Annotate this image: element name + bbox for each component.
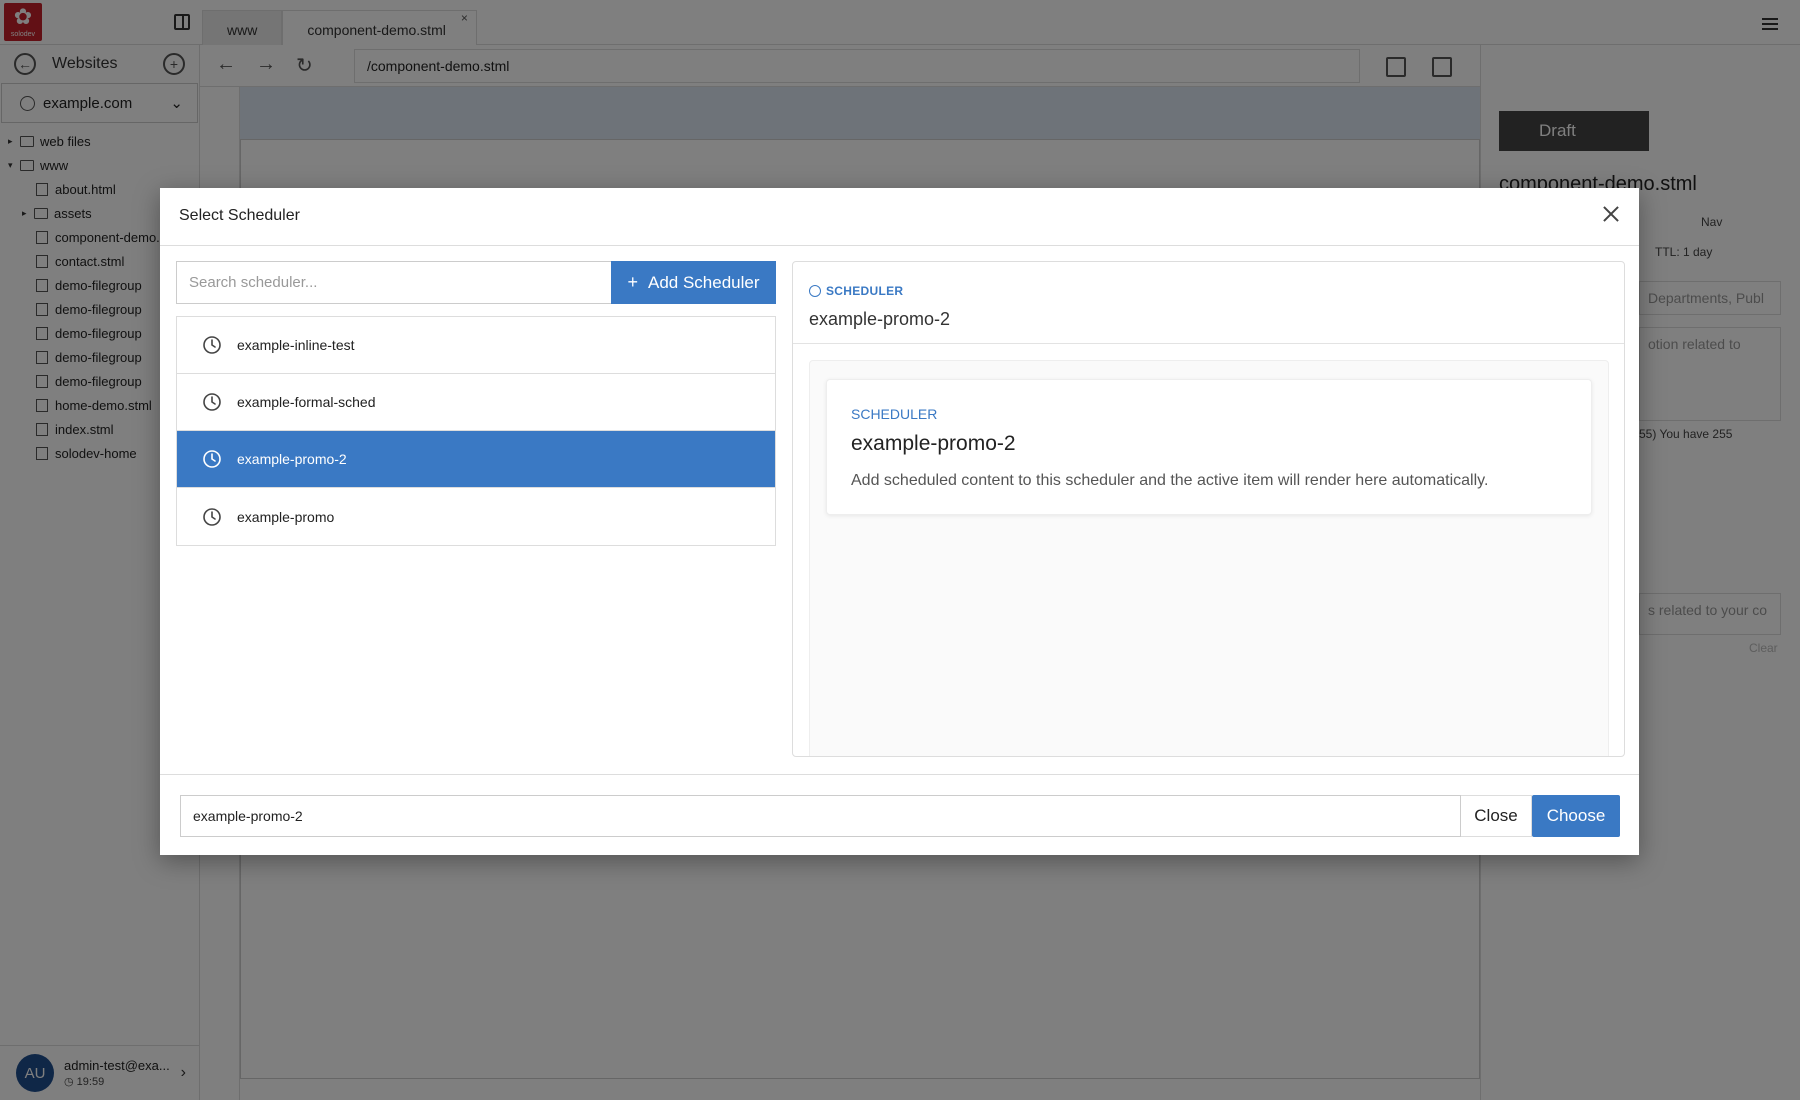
scheduler-name: example-promo [237, 508, 335, 525]
preview-frame: SCHEDULER example-promo-2 Add scheduled … [809, 360, 1609, 756]
preview-header: SCHEDULER example-promo-2 [793, 262, 1624, 344]
scheduler-list-item[interactable]: example-formal-sched [177, 374, 775, 431]
add-scheduler-button[interactable]: + Add Scheduler [611, 261, 776, 304]
scheduler-name: example-promo-2 [237, 451, 347, 467]
selected-scheduler-field[interactable]: example-promo-2 [180, 795, 1461, 837]
search-row: + Add Scheduler [176, 261, 776, 304]
clock-icon [203, 393, 221, 411]
preview-tag: SCHEDULER [809, 284, 903, 298]
choose-button[interactable]: Choose [1532, 795, 1620, 837]
scheduler-list-item[interactable]: example-promo [177, 488, 775, 545]
close-button[interactable]: Close [1461, 795, 1532, 837]
plus-icon: + [627, 272, 638, 292]
modal-header: Select Scheduler [160, 188, 1639, 246]
add-scheduler-label: Add Scheduler [647, 272, 760, 292]
preview-card: SCHEDULER example-promo-2 Add scheduled … [826, 379, 1592, 515]
scheduler-list-item[interactable]: example-inline-test [177, 317, 775, 374]
scheduler-list-item[interactable]: example-promo-2 [177, 431, 775, 488]
clock-icon [203, 507, 221, 526]
search-input[interactable] [176, 261, 611, 304]
modal-footer: example-promo-2 Close Choose [160, 774, 1639, 855]
scheduler-name: example-formal-sched [237, 394, 376, 410]
clock-icon [203, 450, 221, 468]
preview-tag-label: SCHEDULER [826, 284, 904, 298]
scheduler-preview: SCHEDULER example-promo-2 SCHEDULER exam… [792, 261, 1625, 757]
scheduler-name: example-inline-test [237, 337, 355, 353]
clock-icon [809, 285, 821, 297]
scheduler-list: example-inline-test example-formal-sched e… [176, 316, 776, 546]
clock-icon [203, 336, 221, 354]
modal-body: + Add Scheduler example-inline-testexamp… [160, 246, 1639, 762]
card-name: example-promo-2 [851, 432, 1016, 455]
preview-name: example-promo-2 [809, 309, 951, 329]
select-scheduler-modal: Select Scheduler + Add Scheduler example… [160, 188, 1639, 855]
card-tag: SCHEDULER [851, 406, 938, 422]
close-icon[interactable] [1599, 202, 1623, 226]
modal-title: Select Scheduler [179, 207, 300, 224]
card-description: Add scheduled content to this scheduler … [851, 472, 1489, 489]
